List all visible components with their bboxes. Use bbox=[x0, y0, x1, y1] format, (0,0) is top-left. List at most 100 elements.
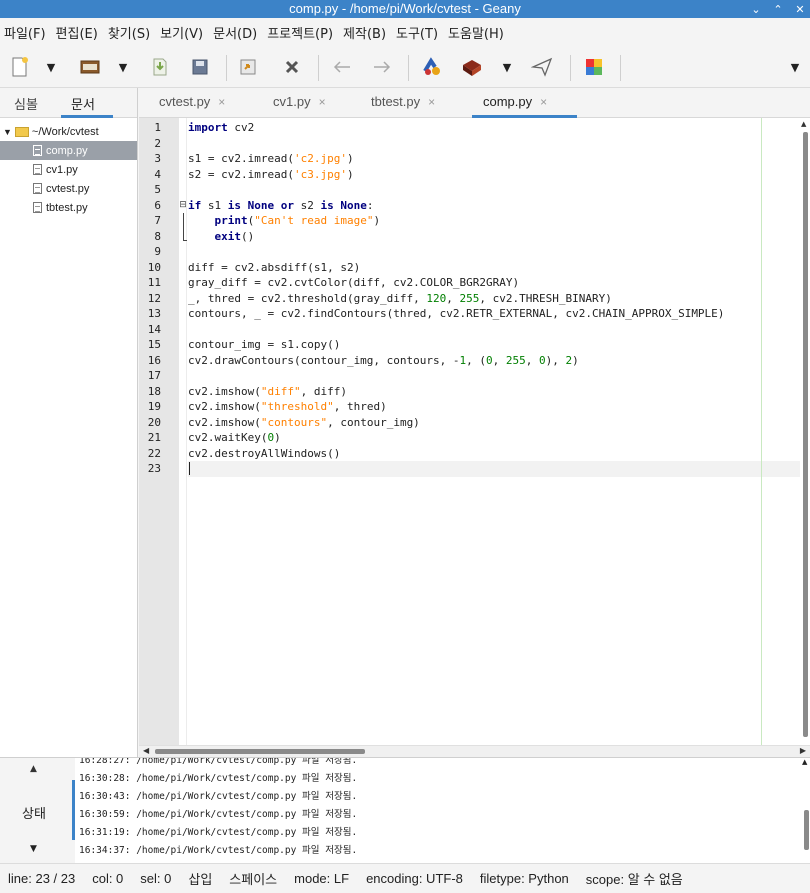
code-line[interactable]: if s1 is None or s2 is None: bbox=[188, 198, 374, 214]
code-line[interactable]: diff = cv2.absdiff(s1, s2) bbox=[188, 260, 360, 276]
code-line[interactable]: cv2.waitKey(0) bbox=[188, 430, 281, 446]
menu-file[interactable]: 파일(F) bbox=[4, 23, 46, 42]
tab-close-icon[interactable]: × bbox=[218, 95, 225, 109]
code-line[interactable]: exit() bbox=[188, 229, 255, 245]
tab-status[interactable]: 상태 bbox=[22, 803, 46, 822]
status-insert-mode: 삽입 bbox=[188, 872, 213, 887]
new-file-button[interactable] bbox=[8, 54, 32, 80]
tab-scroll-up-icon[interactable]: ▲ bbox=[30, 764, 37, 774]
menu-help[interactable]: 도움말(H) bbox=[448, 23, 504, 42]
tab-scroll-down-icon[interactable]: ▼ bbox=[30, 844, 37, 854]
maximize-button[interactable]: ⌃ bbox=[772, 3, 784, 16]
status-scope: scope: 알 수 없음 bbox=[585, 872, 683, 887]
code-line[interactable]: contour_img = s1.copy() bbox=[188, 337, 340, 353]
toolbar-overflow-button[interactable]: ▼ bbox=[788, 54, 802, 80]
build-button[interactable] bbox=[460, 54, 484, 80]
build-dropdown[interactable]: ▼ bbox=[500, 54, 514, 80]
file-item-cv1[interactable]: cv1.py bbox=[0, 160, 137, 179]
menu-search[interactable]: 찾기(S) bbox=[108, 23, 150, 42]
line-number: 23 bbox=[147, 462, 161, 475]
line-number: 14 bbox=[147, 322, 161, 336]
code-line[interactable]: gray_diff = cv2.cvtColor(diff, cv2.COLOR… bbox=[188, 275, 519, 291]
new-file-icon bbox=[12, 57, 28, 77]
status-message: 16:28:27: /home/pi/Work/cvtest/comp.py 파… bbox=[79, 758, 358, 766]
code-line[interactable]: _, thred = cv2.threshold(gray_diff, 120,… bbox=[188, 291, 612, 307]
new-file-dropdown[interactable]: ▼ bbox=[44, 54, 58, 80]
editor-horizontal-scrollbar[interactable]: ◀ ▶ bbox=[139, 745, 810, 757]
revert-button[interactable] bbox=[236, 54, 260, 80]
code-token: s2 = cv2.imread( bbox=[188, 167, 294, 181]
scroll-up-icon[interactable]: ▲ bbox=[801, 120, 806, 128]
save-all-button[interactable] bbox=[188, 54, 212, 80]
tab-close-icon[interactable]: × bbox=[540, 95, 547, 109]
code-line[interactable]: cv2.imshow("contours", contour_img) bbox=[188, 415, 420, 431]
code-token: : bbox=[366, 198, 374, 212]
code-line[interactable]: print("Can't read image") bbox=[188, 213, 381, 229]
close-file-button[interactable] bbox=[280, 54, 304, 80]
code-line[interactable]: import cv2 bbox=[188, 120, 254, 136]
tab-documents[interactable]: 문서 bbox=[71, 94, 95, 113]
scroll-left-icon[interactable]: ◀ bbox=[143, 746, 149, 755]
scrollbar-thumb[interactable] bbox=[155, 749, 365, 754]
menu-edit[interactable]: 편집(E) bbox=[56, 23, 98, 42]
folder-row[interactable]: ▼ ~/Work/cvtest bbox=[0, 122, 137, 141]
menu-document[interactable]: 문서(D) bbox=[213, 23, 257, 42]
scroll-up-icon[interactable]: ▲ bbox=[802, 758, 807, 766]
expander-icon[interactable]: ▼ bbox=[3, 127, 12, 137]
menu-view[interactable]: 보기(V) bbox=[160, 23, 203, 42]
code-line[interactable]: s1 = cv2.imread('c2.jpg') bbox=[188, 151, 354, 167]
message-scrollbar[interactable]: ▲ bbox=[802, 758, 810, 864]
scrollbar-thumb[interactable] bbox=[803, 132, 808, 737]
code-token: ), bbox=[545, 353, 566, 367]
tab-close-icon[interactable]: × bbox=[428, 95, 435, 109]
caret-down-icon: ▼ bbox=[502, 60, 512, 74]
line-number: 21 bbox=[147, 431, 161, 444]
fold-toggle-icon[interactable]: ⊟ bbox=[179, 198, 187, 213]
tab-symbols[interactable]: 심볼 bbox=[14, 94, 38, 113]
menu-tools[interactable]: 도구(T) bbox=[396, 23, 438, 42]
file-item-cvtest[interactable]: cvtest.py bbox=[0, 179, 137, 198]
status-message-list[interactable]: 16:28:27: /home/pi/Work/cvtest/comp.py 파… bbox=[75, 758, 802, 864]
code-token: cv2.waitKey( bbox=[188, 431, 268, 444]
back-button[interactable] bbox=[330, 54, 354, 80]
scrollbar-thumb[interactable] bbox=[804, 810, 809, 850]
file-item-tbtest[interactable]: tbtest.py bbox=[0, 198, 137, 217]
open-file-dropdown[interactable]: ▼ bbox=[116, 54, 130, 80]
tab-close-icon[interactable]: × bbox=[319, 95, 326, 109]
tab-comp[interactable]: comp.py × bbox=[483, 94, 547, 109]
file-item-comp[interactable]: comp.py bbox=[0, 141, 137, 160]
save-button[interactable] bbox=[148, 54, 172, 80]
status-indent: 스페이스 bbox=[229, 872, 278, 887]
code-line[interactable]: cv2.destroyAllWindows() bbox=[188, 446, 340, 462]
code-editor[interactable]: 1 2 3 4 5 6 7 8 9 10 11 12 13 14 15 16 17 18 19 20 21 22 23 im… bbox=[139, 118, 810, 745]
scroll-right-icon[interactable]: ▶ bbox=[800, 746, 806, 755]
tab-cvtest[interactable]: cvtest.py × bbox=[159, 94, 225, 109]
menu-project[interactable]: 프로젝트(P) bbox=[267, 23, 333, 42]
tab-tbtest[interactable]: tbtest.py × bbox=[371, 94, 435, 109]
color-chooser-button[interactable] bbox=[582, 54, 606, 80]
tab-cv1[interactable]: cv1.py × bbox=[273, 94, 326, 109]
line-number: 8 bbox=[154, 229, 161, 243]
code-token: cv2.drawContours(contour_img, contours, … bbox=[188, 353, 460, 367]
file-icon bbox=[33, 145, 42, 156]
text-cursor bbox=[189, 462, 190, 475]
code-line[interactable]: s2 = cv2.imread('c3.jpg') bbox=[188, 167, 354, 183]
code-line[interactable]: cv2.drawContours(contour_img, contours, … bbox=[188, 353, 579, 369]
close-window-button[interactable]: ✕ bbox=[794, 3, 806, 16]
code-line[interactable]: cv2.imshow("threshold", thred) bbox=[188, 399, 387, 415]
code-line[interactable]: cv2.imshow("diff", diff) bbox=[188, 384, 347, 400]
minimize-button[interactable]: ⌄ bbox=[750, 3, 762, 16]
code-token: , bbox=[446, 291, 460, 305]
menu-build[interactable]: 제작(B) bbox=[343, 23, 386, 42]
editor-vertical-scrollbar[interactable]: ▲ bbox=[800, 118, 810, 745]
code-text-area[interactable]: import cv2 s1 = cv2.imread('c2.jpg') s2 = … bbox=[188, 118, 800, 745]
window-title: comp.py - /home/pi/Work/cvtest - Geany bbox=[289, 1, 521, 16]
execute-button[interactable] bbox=[530, 54, 554, 80]
code-token: s1 bbox=[201, 198, 228, 212]
open-file-icon bbox=[80, 60, 100, 74]
open-file-button[interactable] bbox=[78, 54, 102, 80]
forward-button[interactable] bbox=[370, 54, 394, 80]
code-line[interactable]: contours, _ = cv2.findContours(thred, cv… bbox=[188, 306, 724, 322]
compile-button[interactable] bbox=[420, 54, 444, 80]
